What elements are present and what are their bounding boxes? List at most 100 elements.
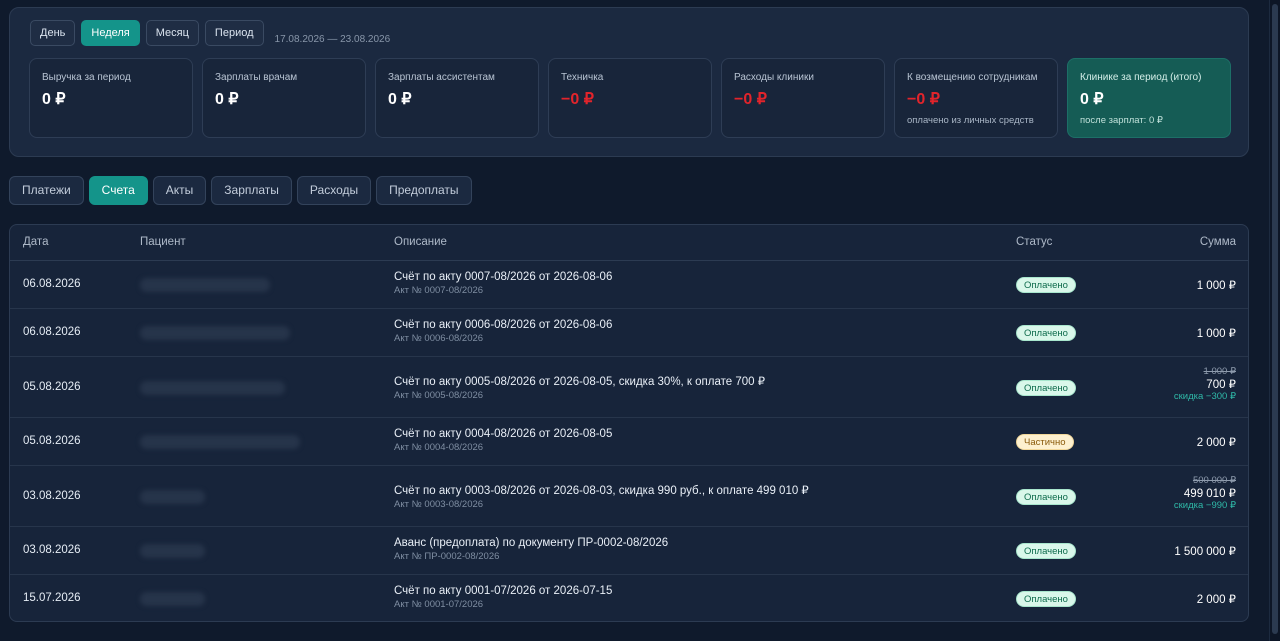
cell-description: Счёт по акту 0005-08/2026 от 2026-08-05,… [394, 374, 765, 401]
patient-name-redacted [140, 592, 205, 606]
period-selector: День Неделя Месяц Период 17.08.2026 — 23… [30, 20, 390, 46]
cell-description: Счёт по акту 0007-08/2026 от 2026-08-06 А… [394, 271, 612, 296]
sum-value: 1 000 ₽ [1196, 280, 1236, 292]
card-value: 0 ₽ [388, 91, 412, 108]
card-label: Расходы клиники [734, 72, 814, 83]
card-label: К возмещению сотрудникам [907, 72, 1038, 83]
sum-value: 2 000 ₽ [1196, 437, 1236, 449]
tab-2[interactable]: Счета [88, 176, 148, 205]
cell-date: 15.07.2026 [23, 592, 81, 604]
summary-card: Зарплаты ассистентам 0 ₽ [375, 58, 539, 138]
period-week-button[interactable]: Неделя [81, 20, 140, 46]
header-sum: Сумма [1199, 236, 1236, 248]
table-row[interactable]: 05.08.2026 Счёт по акту 0004-08/2026 от 2… [10, 418, 1248, 466]
table-body: 06.08.2026 Счёт по акту 0007-08/2026 от 2… [10, 261, 1248, 621]
table-row[interactable]: 03.08.2026 Счёт по акту 0003-08/2026 от 2… [10, 466, 1248, 527]
period-day-button[interactable]: День [30, 20, 76, 46]
description-act: Акт № 0005-08/2026 [394, 389, 484, 401]
cell-date: 06.08.2026 [23, 326, 81, 338]
table-row[interactable]: 06.08.2026 Счёт по акту 0006-08/2026 от 2… [10, 309, 1248, 357]
date-range: 17.08.2026 — 23.08.2026 [274, 33, 391, 45]
card-value: 0 ₽ [1080, 91, 1104, 108]
tab-4[interactable]: Зарплаты [211, 176, 292, 205]
tab-5[interactable]: Расходы [296, 176, 372, 205]
table-row[interactable]: 15.07.2026 Счёт по акту 0001-07/2026 от 2… [10, 575, 1248, 621]
tab-1[interactable]: Платежи [9, 176, 84, 205]
summary-card: Техничка −0 ₽ [548, 58, 712, 138]
tab-3[interactable]: Акты [152, 176, 207, 205]
status-badge: Оплачено [1016, 488, 1076, 505]
card-label: Клинике за период (итого) [1080, 72, 1202, 83]
cell-date: 03.08.2026 [23, 489, 81, 502]
summary-card: Расходы клиники −0 ₽ [721, 58, 885, 138]
description-act: Акт № 0003-08/2026 [394, 498, 484, 510]
table-row[interactable]: 05.08.2026 Счёт по акту 0005-08/2026 от 2… [10, 357, 1248, 418]
cell-description: Счёт по акту 0004-08/2026 от 2026-08-05 А… [394, 428, 612, 453]
summary-card: К возмещению сотрудникам −0 ₽ оплачено из … [894, 58, 1058, 138]
card-value: −0 ₽ [907, 91, 940, 108]
cell-description: Счёт по акту 0001-07/2026 от 2026-07-15 А… [394, 585, 612, 610]
patient-name-redacted [140, 544, 205, 558]
description-text: Аванс (предоплата) по документу ПР-0002-… [394, 537, 669, 549]
patient-name-redacted [140, 489, 205, 504]
patient-name-redacted [140, 380, 285, 395]
card-value: 0 ₽ [42, 91, 66, 108]
table-row[interactable]: 06.08.2026 Счёт по акту 0007-08/2026 от 2… [10, 261, 1248, 309]
sum-value: 499 010 ₽ [1183, 487, 1236, 500]
summary-cards: Выручка за период 0 ₽ Зарплаты врачам 0 ₽ За… [29, 58, 1240, 138]
description-act: Акт № 0006-08/2026 [394, 333, 484, 344]
sum-discount: скидка −300 ₽ [1173, 390, 1236, 402]
scrollbar-thumb[interactable] [1272, 4, 1278, 634]
patient-name-redacted [140, 278, 270, 292]
card-note: после зарплат: 0 ₽ [1080, 115, 1163, 126]
cell-date: 03.08.2026 [23, 544, 81, 556]
patient-name-redacted [140, 326, 290, 340]
table-row[interactable]: 03.08.2026 Аванс (предоплата) по документ… [10, 527, 1248, 575]
header-description: Описание [394, 236, 447, 248]
sum-value: 1 000 ₽ [1196, 328, 1236, 340]
card-label: Зарплаты врачам [215, 72, 298, 83]
sum-value: 2 000 ₽ [1196, 594, 1236, 606]
cell-date: 05.08.2026 [23, 380, 81, 393]
header-patient: Пациент [140, 236, 186, 248]
status-badge: Оплачено [1016, 325, 1076, 341]
status-badge: Оплачено [1016, 277, 1076, 293]
summary-card: Зарплаты врачам 0 ₽ [202, 58, 366, 138]
description-text: Счёт по акту 0003-08/2026 от 2026-08-03,… [394, 484, 809, 497]
status-badge: Оплачено [1016, 543, 1076, 559]
description-text: Счёт по акту 0007-08/2026 от 2026-08-06 [394, 271, 613, 283]
period-custom-button[interactable]: Период [204, 20, 264, 46]
cell-description: Счёт по акту 0006-08/2026 от 2026-08-06 А… [394, 319, 612, 344]
cell-sum: 1 500 000 ₽ [1174, 544, 1236, 558]
summary-panel: День Неделя Месяц Период 17.08.2026 — 23… [9, 7, 1249, 157]
sum-value: 1 500 000 ₽ [1174, 546, 1236, 558]
description-text: Счёт по акту 0005-08/2026 от 2026-08-05,… [394, 375, 766, 388]
status-badge: Частично [1016, 434, 1074, 450]
cell-date: 06.08.2026 [23, 278, 81, 290]
status-badge: Оплачено [1016, 379, 1076, 396]
cell-sum: 1 000 ₽ [1197, 278, 1236, 292]
card-value: −0 ₽ [734, 91, 767, 108]
header-status: Статус [1016, 236, 1053, 248]
card-label: Техничка [561, 72, 604, 83]
cell-sum: 1 000 ₽700 ₽ скидка −300 ₽ [1174, 366, 1236, 402]
invoices-table: Дата Пациент Описание Статус Сумма 06.08… [9, 224, 1249, 622]
sum-original: 1 000 ₽ [1203, 365, 1236, 377]
summary-card: Выручка за период 0 ₽ [29, 58, 193, 138]
card-note: оплачено из личных средств [907, 115, 1034, 126]
description-text: Счёт по акту 0004-08/2026 от 2026-08-05 [394, 428, 613, 440]
cell-date: 05.08.2026 [23, 435, 81, 447]
cell-description: Счёт по акту 0003-08/2026 от 2026-08-03,… [394, 483, 809, 510]
sum-discount: скидка −990 ₽ [1173, 499, 1236, 511]
card-value: 0 ₽ [215, 91, 239, 108]
sum-original: 500 000 ₽ [1192, 474, 1236, 486]
description-act: Акт № 0001-07/2026 [394, 599, 484, 610]
description-text: Счёт по акту 0001-07/2026 от 2026-07-15 [394, 585, 613, 597]
tab-6[interactable]: Предоплаты [376, 176, 472, 205]
description-act: Акт № 0004-08/2026 [394, 442, 484, 453]
period-month-button[interactable]: Месяц [145, 20, 199, 46]
cell-sum: 1 000 ₽ [1197, 326, 1236, 340]
page-scrollbar[interactable] [1269, 0, 1280, 641]
sum-value: 700 ₽ [1206, 378, 1236, 391]
cell-sum: 2 000 ₽ [1197, 435, 1236, 449]
